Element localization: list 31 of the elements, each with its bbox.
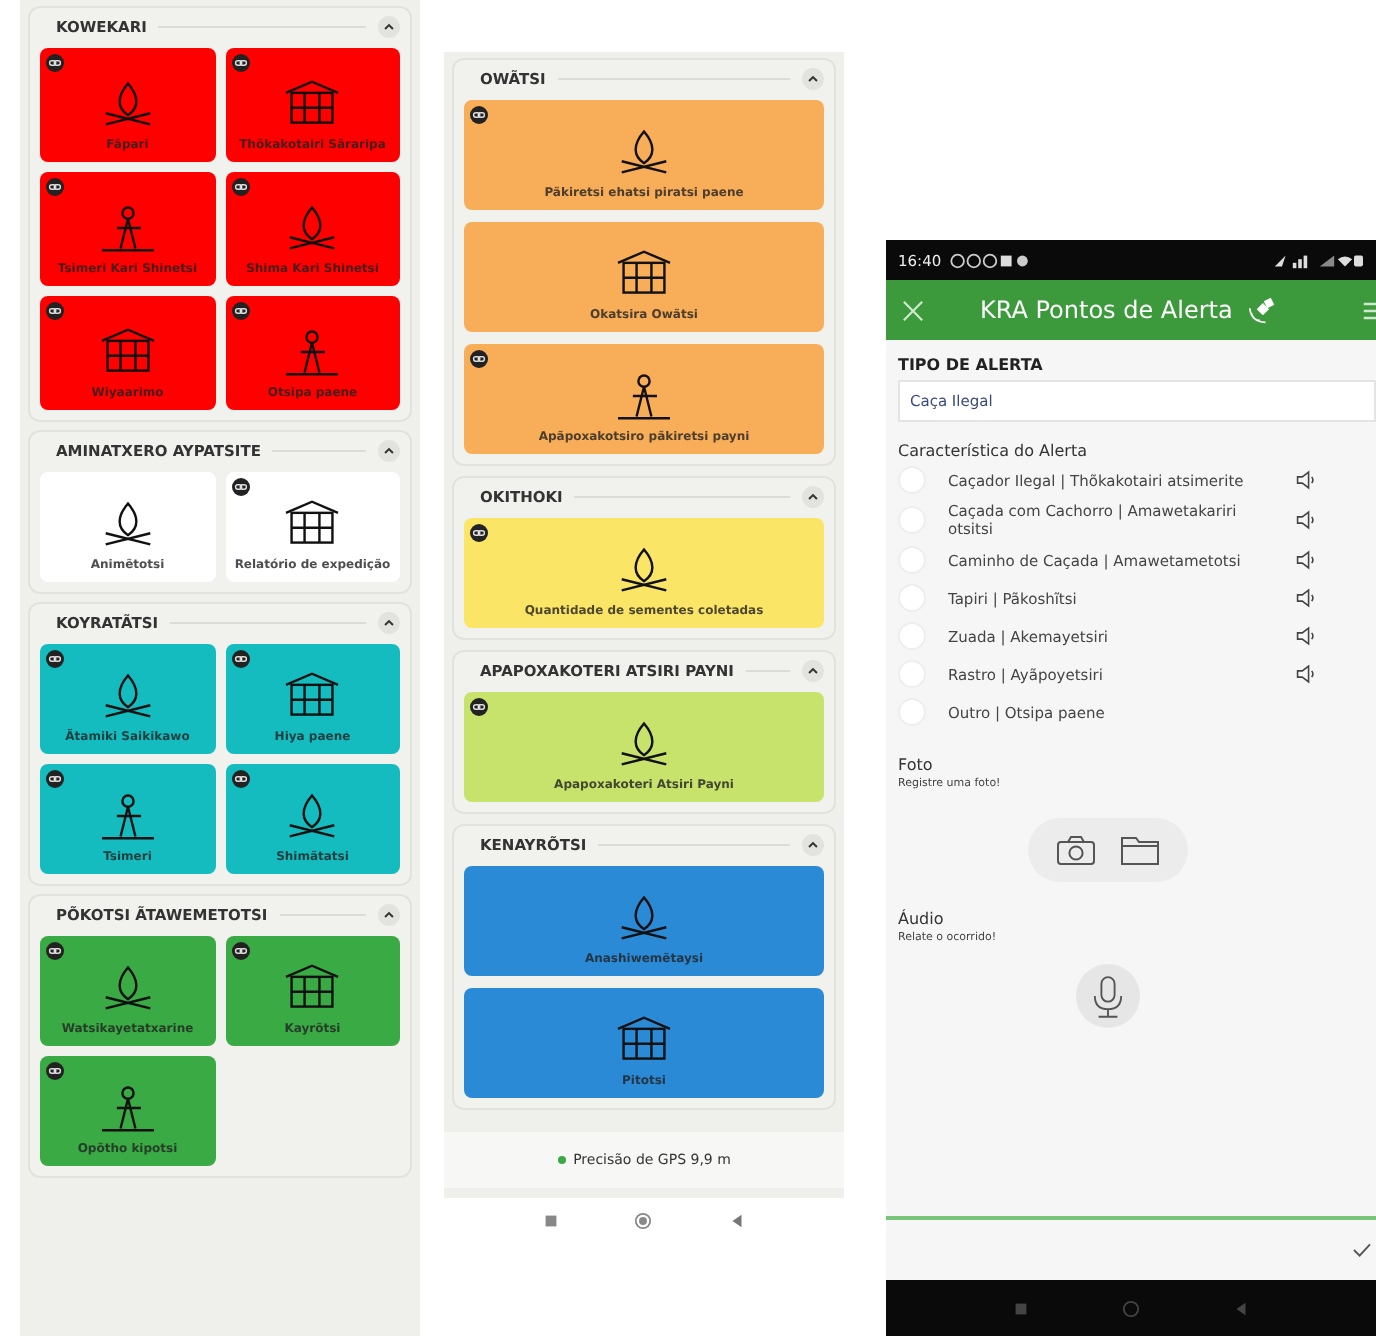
collapse-toggle-icon[interactable] [378,612,400,634]
signal-battery-icons-drawing [1272,251,1364,269]
question-label: Áudio [898,910,946,928]
question-label: Característica do Alerta [898,442,1089,460]
close-icon[interactable] [902,299,924,321]
speaker-icon[interactable] [1296,588,1318,608]
camera-icon[interactable] [1055,834,1095,866]
confirm-check-icon[interactable] [1352,1242,1372,1258]
collapse-toggle-icon[interactable] [802,486,824,508]
speaker-icon[interactable] [1296,470,1318,490]
collapse-toggle-icon[interactable] [378,440,400,462]
collapse-toggle-icon[interactable] [802,68,824,90]
home-icon[interactable] [634,1211,653,1229]
notification-icons-drawing [949,251,1030,269]
satellite-icon [1248,296,1277,324]
speaker-icon[interactable] [1296,664,1318,684]
screen-title: KRA Pontos de Alerta [980,296,1233,324]
question-label: Foto [898,756,935,774]
microphone-button[interactable] [1075,964,1139,1028]
back-icon[interactable] [728,1211,747,1229]
collapse-toggle-icon[interactable] [378,16,400,38]
recent-apps-icon[interactable] [541,1211,560,1229]
speaker-icon[interactable] [1296,626,1318,646]
collapse-toggle-icon[interactable] [378,904,400,926]
speaker-icon[interactable] [1296,510,1318,530]
folder-icon[interactable] [1119,834,1159,866]
menu-icon[interactable] [1362,299,1376,321]
collapse-toggle-icon[interactable] [802,660,824,682]
field-label: TIPO DE ALERTA [898,356,1045,374]
collapse-toggle-icon[interactable] [802,834,824,856]
speaker-icon[interactable] [1296,550,1318,570]
